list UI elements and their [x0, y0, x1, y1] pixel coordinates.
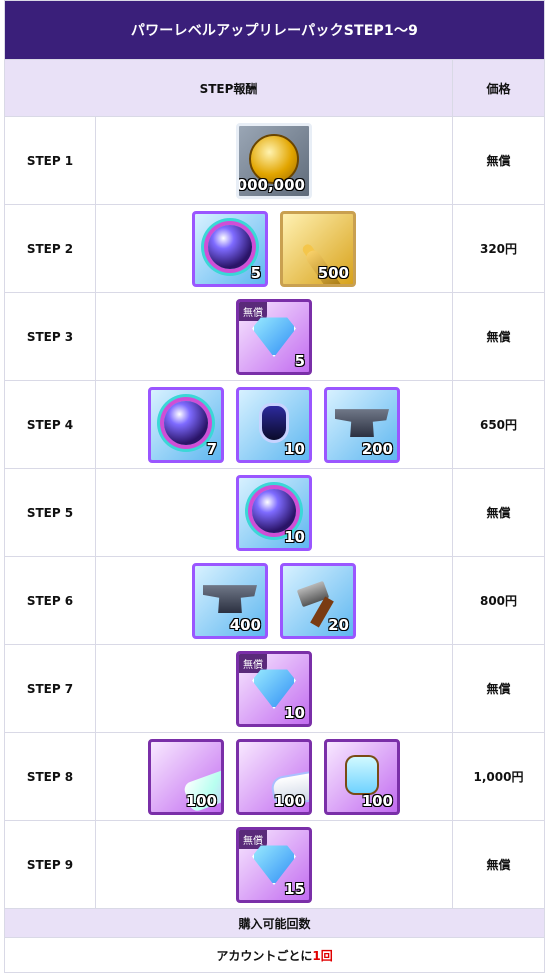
step-reward-header: STEP報酬: [4, 59, 453, 117]
item-quantity: 10: [284, 439, 305, 458]
reward-items: 400 20: [96, 562, 452, 639]
reward-item: 無償 15: [236, 826, 312, 903]
purchase-limit-value: アカウントごとに1回: [3, 937, 546, 973]
reward-items: 5 500: [96, 210, 452, 287]
hammer-icon: [289, 579, 347, 619]
item-quantity: 15: [284, 879, 305, 898]
item-quantity: 100: [185, 791, 217, 810]
price-header: 価格: [451, 59, 546, 117]
step-price: 無償: [451, 468, 546, 557]
reward-items: 10: [96, 474, 452, 551]
step-label: STEP 9: [4, 820, 96, 909]
step-row: STEP 2 5 500 320円: [4, 204, 546, 293]
reward-item: 5: [192, 210, 268, 287]
step-row: STEP 4 7 10 200 650円: [4, 380, 546, 469]
step-label: STEP 3: [4, 292, 96, 381]
reward-items: 100 100 100: [96, 738, 452, 815]
reward-item: 500: [280, 210, 356, 287]
reward-items: 無償 5: [96, 298, 452, 375]
reward-item: 100: [324, 738, 400, 815]
reward-item: 10: [236, 474, 312, 551]
step-label: STEP 7: [4, 644, 96, 733]
step-label: STEP 1: [4, 116, 96, 205]
step-price: 320円: [451, 204, 546, 293]
reward-item: 無償 5: [236, 298, 312, 375]
step-row: STEP 5 10 無償: [4, 468, 546, 557]
item-quantity: 100: [361, 791, 393, 810]
step-rewards: 10: [95, 468, 453, 557]
step-row: STEP 1 5,000,000 無償: [4, 116, 546, 205]
reward-items: 無償 15: [96, 826, 452, 903]
pack-title: パワーレベルアップリレーパックSTEP1〜9: [3, 0, 546, 60]
step-label: STEP 8: [4, 732, 96, 821]
orb-icon: [252, 489, 296, 534]
title-row: パワーレベルアップリレーパックSTEP1〜9: [3, 0, 546, 60]
step-rewards: 無償 15: [95, 820, 453, 909]
step-rewards: 5 500: [95, 204, 453, 293]
item-quantity: 400: [229, 615, 261, 634]
anvil-icon: [203, 585, 257, 614]
reward-items: 5,000,000: [96, 122, 452, 199]
step-price: 650円: [451, 380, 546, 469]
reward-item: 100: [236, 738, 312, 815]
item-quantity: 200: [361, 439, 393, 458]
orb-icon: [164, 401, 208, 446]
item-quantity: 20: [328, 615, 349, 634]
reward-item: 20: [280, 562, 356, 639]
step-row: STEP 8 100 100 100 1,000円: [4, 732, 546, 821]
purchase-unit: 回: [320, 948, 333, 963]
item-quantity: 5: [250, 263, 261, 282]
anvil-icon: [335, 409, 389, 438]
step-rewards: 無償 5: [95, 292, 453, 381]
step-row: STEP 9 無償 15 無償: [4, 820, 546, 909]
step-label: STEP 2: [4, 204, 96, 293]
step-price: 無償: [451, 116, 546, 205]
item-quantity: 5: [294, 351, 305, 370]
orb-icon: [208, 225, 252, 270]
reward-item: 無償 10: [236, 650, 312, 727]
per-account-prefix: アカウントごとに: [216, 948, 313, 963]
reward-items: 7 10 200: [96, 386, 452, 463]
purchase-count: 1: [312, 948, 321, 963]
step-row: STEP 7 無償 10 無償: [4, 644, 546, 733]
step-label: STEP 5: [4, 468, 96, 557]
reward-item: 10: [236, 386, 312, 463]
item-quantity: 5,000,000: [236, 175, 305, 194]
reward-item: 400: [192, 562, 268, 639]
step-rewards: 100 100 100: [95, 732, 453, 821]
item-quantity: 7: [206, 439, 217, 458]
step-row: STEP 3 無償 5 無償: [4, 292, 546, 381]
reward-item: 5,000,000: [236, 122, 312, 199]
step-rewards: 無償 10: [95, 644, 453, 733]
relay-pack-table: パワーレベルアップリレーパックSTEP1〜9 STEP報酬 価格 STEP 15…: [3, 0, 546, 973]
step-rewards: 400 20: [95, 556, 453, 645]
step-rewards: 5,000,000: [95, 116, 453, 205]
step-label: STEP 6: [4, 556, 96, 645]
steps-body: STEP 15,000,000無償STEP 25500320円STEP 3無償5…: [4, 116, 546, 909]
step-price: 1,000円: [451, 732, 546, 821]
step-price: 800円: [451, 556, 546, 645]
step-row: STEP 6 400 20 800円: [4, 556, 546, 645]
step-rewards: 7 10 200: [95, 380, 453, 469]
step-price: 無償: [451, 292, 546, 381]
amulet-icon: [262, 406, 286, 441]
pack-table: パワーレベルアップリレーパックSTEP1〜9 STEP報酬 価格 STEP 15…: [3, 0, 546, 973]
item-quantity: 500: [317, 263, 349, 282]
reward-items: 無償 10: [96, 650, 452, 727]
item-quantity: 10: [284, 703, 305, 722]
potion-icon: [345, 755, 379, 796]
header-row: STEP報酬 価格: [4, 59, 546, 117]
purchase-limit-header-row: 購入可能回数: [3, 908, 546, 938]
reward-item: 7: [148, 386, 224, 463]
step-price: 無償: [451, 820, 546, 909]
reward-item: 100: [148, 738, 224, 815]
item-quantity: 100: [273, 791, 305, 810]
step-price: 無償: [451, 644, 546, 733]
purchase-limit-value-row: アカウントごとに1回: [3, 937, 546, 973]
item-quantity: 10: [284, 527, 305, 546]
purchase-limit-label: 購入可能回数: [3, 908, 546, 938]
step-label: STEP 4: [4, 380, 96, 469]
reward-item: 200: [324, 386, 400, 463]
